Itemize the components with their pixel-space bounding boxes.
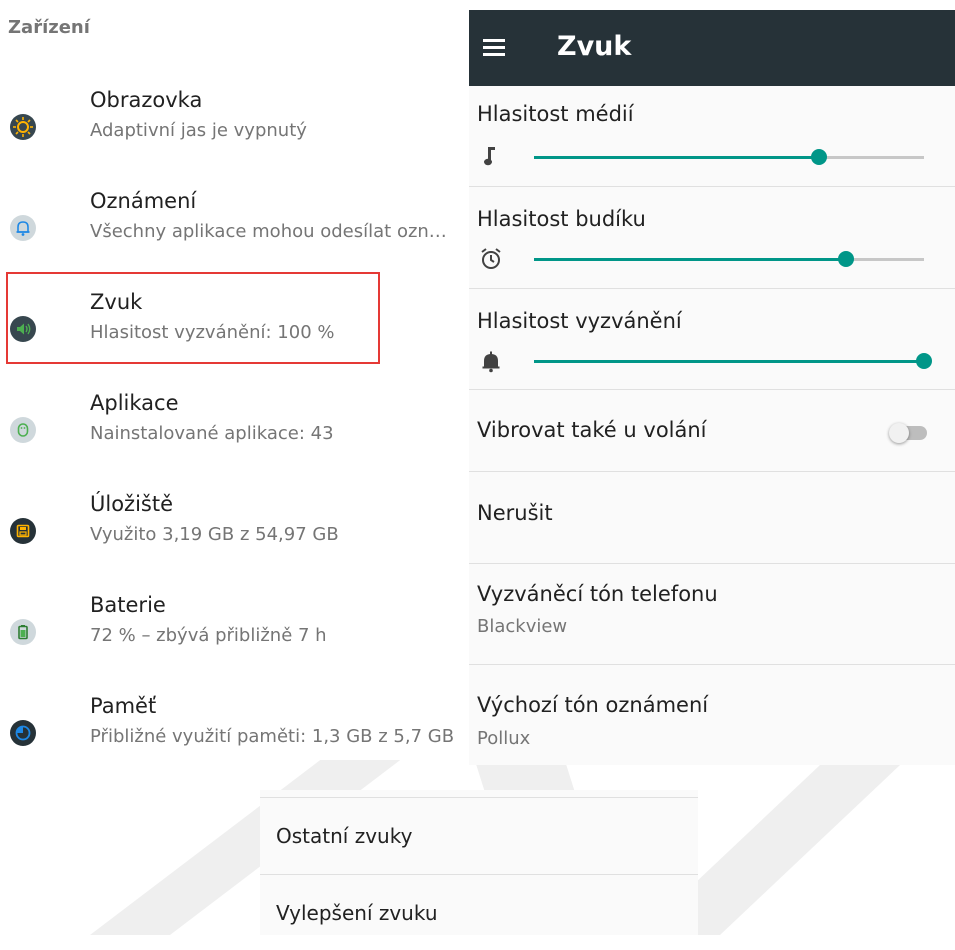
ringtone-label: Vyzváněcí tón telefonu <box>477 582 718 606</box>
settings-item-subtitle: Adaptivní jas je vypnutý <box>90 120 307 141</box>
bell-icon <box>482 351 500 373</box>
vibrate-label: Vibrovat také u volání <box>477 418 707 442</box>
settings-item-subtitle: Využito 3,19 GB z 54,97 GB <box>90 524 339 545</box>
battery-icon <box>10 619 36 645</box>
alarm-volume-slider[interactable] <box>534 251 924 267</box>
more-sound-settings-panel: Ostatní zvuky Vylepšení zvuku <box>260 790 698 935</box>
notification-tone-row[interactable]: Výchozí tón oznámení Pollux <box>469 665 955 765</box>
settings-item-title: Obrazovka <box>90 88 203 112</box>
alarm-volume-label: Hlasitost budíku <box>477 207 646 231</box>
highlight-box <box>6 272 380 364</box>
settings-item-title: Aplikace <box>90 391 179 415</box>
sound-settings-panel: Zvuk Hlasitost médií Hlasitost budíku Hl… <box>469 10 955 765</box>
slider-fill <box>534 156 819 159</box>
settings-item-memory[interactable]: Paměť Přibližné využití paměti: 1,3 GB z… <box>0 694 468 794</box>
media-volume-label: Hlasitost médií <box>477 102 634 126</box>
sound-enhancement-label: Vylepšení zvuku <box>276 901 438 925</box>
slider-fill <box>534 360 924 363</box>
slider-thumb[interactable] <box>916 353 932 369</box>
settings-item-subtitle: 72 % – zbývá přibližně 7 h <box>90 625 327 646</box>
display-brightness-icon <box>10 114 36 140</box>
media-volume-slider[interactable] <box>534 149 924 165</box>
app-bar: Zvuk <box>469 10 955 86</box>
alarm-clock-icon <box>481 248 501 269</box>
settings-item-title: Paměť <box>90 694 157 718</box>
slider-thumb[interactable] <box>838 251 854 267</box>
notification-tone-value: Pollux <box>477 728 531 749</box>
vibrate-row[interactable]: Vibrovat také u volání <box>469 390 955 472</box>
ring-volume-row: Hlasitost vyzvánění <box>469 289 955 390</box>
settings-item-display[interactable]: Obrazovka Adaptivní jas je vypnutý <box>0 88 468 188</box>
media-volume-row: Hlasitost médií <box>469 86 955 187</box>
notification-tone-label: Výchozí tón oznámení <box>477 693 709 717</box>
device-settings-panel: Zařízení Obrazovka Adaptivní jas je vypn… <box>0 0 468 760</box>
vibrate-toggle[interactable] <box>889 423 931 443</box>
settings-item-title: Úložiště <box>90 492 174 516</box>
menu-icon[interactable] <box>483 39 505 57</box>
ringtone-row[interactable]: Vyzváněcí tón telefonu Blackview <box>469 564 955 665</box>
toggle-thumb <box>889 423 909 443</box>
sound-enhancement-row[interactable]: Vylepšení zvuku <box>260 874 698 950</box>
settings-item-battery[interactable]: Baterie 72 % – zbývá přibližně 7 h <box>0 593 468 693</box>
settings-item-subtitle: Nainstalované aplikace: 43 <box>90 423 334 444</box>
ring-volume-slider[interactable] <box>534 353 932 369</box>
android-icon <box>10 417 36 443</box>
alarm-volume-row: Hlasitost budíku <box>469 187 955 289</box>
slider-fill <box>534 258 846 261</box>
memory-icon <box>10 720 36 746</box>
do-not-disturb-label: Nerušit <box>477 501 553 525</box>
app-bar-title: Zvuk <box>557 31 632 62</box>
settings-item-apps[interactable]: Aplikace Nainstalované aplikace: 43 <box>0 391 468 491</box>
settings-item-subtitle: Všechny aplikace mohou odesílat ozn… <box>90 221 447 242</box>
settings-item-title: Baterie <box>90 593 166 617</box>
other-sounds-label: Ostatní zvuky <box>276 824 413 848</box>
section-title: Zařízení <box>8 17 90 38</box>
bell-icon <box>10 215 36 241</box>
settings-item-subtitle: Přibližné využití paměti: 1,3 GB z 5,7 G… <box>90 726 455 747</box>
ringtone-value: Blackview <box>477 616 568 637</box>
do-not-disturb-row[interactable]: Nerušit <box>469 472 955 564</box>
other-sounds-row[interactable]: Ostatní zvuky <box>260 797 698 873</box>
settings-item-title: Oznámení <box>90 189 197 213</box>
storage-icon <box>10 518 36 544</box>
music-note-icon <box>484 147 495 166</box>
slider-thumb[interactable] <box>810 149 827 165</box>
ring-volume-label: Hlasitost vyzvánění <box>477 309 682 333</box>
settings-item-storage[interactable]: Úložiště Využito 3,19 GB z 54,97 GB <box>0 492 468 592</box>
